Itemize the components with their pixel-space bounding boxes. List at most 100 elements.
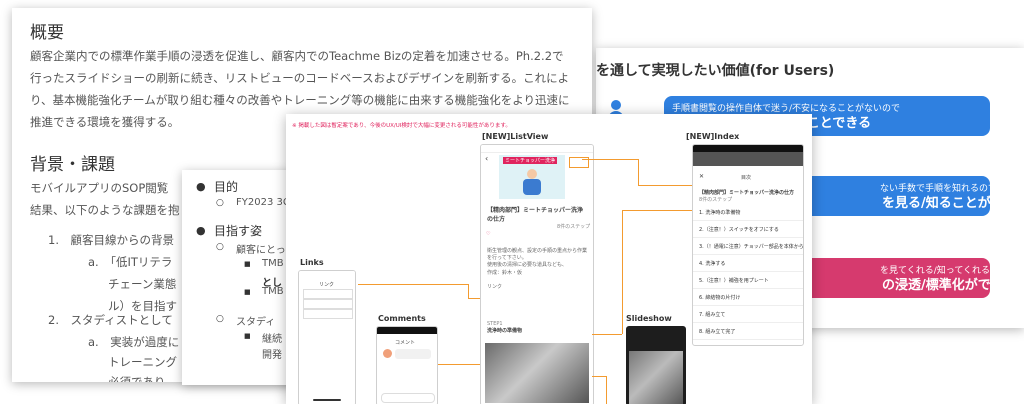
person-illustration xyxy=(523,169,541,195)
connector-line xyxy=(592,376,606,377)
ideal-bullet-2: TMB xyxy=(262,286,284,297)
studyist-bullet: 継続 xyxy=(262,334,282,345)
manual-author: 作成：鈴木・仮 xyxy=(487,270,523,276)
connector-line xyxy=(638,185,692,186)
bullet-icon: ● xyxy=(196,180,206,193)
bookmark-icon[interactable]: ♡ xyxy=(486,231,490,237)
slideshow-label: Slideshow xyxy=(626,314,672,323)
value-item-2-big: を見る/知ることができる xyxy=(882,196,990,211)
index-item-label: 4. 洗浄する xyxy=(699,261,726,267)
index-item[interactable]: 9. 最終確認 xyxy=(693,339,803,345)
comment-bubble xyxy=(395,349,431,359)
studyist-bullet-line-2: 開発 xyxy=(262,350,282,361)
square-bullet-icon: ■ xyxy=(244,288,251,296)
list-item-2a-line-2: トレーニング xyxy=(108,355,177,369)
links-header: リンク xyxy=(319,282,335,288)
list-item-1a: a. 「低ITリテラ xyxy=(88,255,173,269)
connector-line xyxy=(638,159,639,185)
index-item[interactable]: 4. 洗浄する xyxy=(693,254,803,272)
background-heading: 背景・課題 xyxy=(30,155,115,175)
studyist-label: スタディ xyxy=(236,317,276,328)
circle-bullet-icon: ○ xyxy=(216,242,224,252)
hero-banner: ミートチョッパー洗浄 xyxy=(503,157,558,164)
close-icon[interactable]: ✕ xyxy=(699,173,704,180)
index-item-label: 5.（注意！）補強を用プレート xyxy=(699,278,769,284)
connector-line xyxy=(592,334,622,335)
connector-line xyxy=(468,284,469,298)
notice-text: ※ 掲載した図は暫定案であり、今後のUX/UI検討で大幅に変更される可能性があり… xyxy=(292,123,511,129)
slideshow-phone xyxy=(626,326,686,404)
screens-mockup: ※ 掲載した図は暫定案であり、今後のUX/UI検討で大幅に変更される可能性があり… xyxy=(286,114,812,404)
back-icon[interactable]: ‹ xyxy=(485,154,488,163)
index-item[interactable]: 8. 組み立て完了 xyxy=(693,322,803,340)
connector-line xyxy=(606,376,607,404)
slide-photo xyxy=(629,351,683,404)
step-photo xyxy=(485,343,589,403)
ideal-bullet-1: TMB xyxy=(262,258,284,269)
links-label: Links xyxy=(300,258,324,267)
index-item-label: 1. 洗浄時の準備物 xyxy=(699,210,741,216)
circle-bullet-icon: ○ xyxy=(216,314,224,324)
comments-header: コメント xyxy=(395,340,416,346)
comments-label: Comments xyxy=(378,314,426,323)
index-title: 目次 xyxy=(741,175,752,181)
values-title: を通して実現したい価値(for Users) xyxy=(596,63,835,79)
overview-line-3: り、基本機能強化チームが取り組む種々の改善やトレーニング等の機能に由来する機能強… xyxy=(30,93,570,107)
connector-line xyxy=(582,159,638,160)
overview-line-1: 顧客企業内での標準作業手順の浸透を促進し、顧客内でのTeachme Bizの定着… xyxy=(30,49,564,63)
manual-title: 【精肉部門】ミートチョッパー洗浄の仕方 xyxy=(487,207,584,223)
list-item-1a-line-2: チェーン業態 xyxy=(108,277,177,291)
overview-line-4: 推進できる環境を獲得する。 xyxy=(30,115,180,129)
background-line-2: 結果、以下のような課題を抱 xyxy=(30,203,180,217)
links-phone: リンク xyxy=(298,270,356,404)
overview-heading: 概要 xyxy=(30,23,64,43)
index-item-label: 8. 組み立て完了 xyxy=(699,329,736,335)
manual-meta: 8件のステップ xyxy=(557,224,591,230)
purpose-sub: FY2023 3C xyxy=(236,197,290,208)
link-item[interactable] xyxy=(303,309,353,319)
index-item[interactable]: 3.（！通電に注意）チョッパー部品を本体から取り外す xyxy=(693,237,803,255)
bullet-icon: ● xyxy=(196,224,206,237)
link-row[interactable]: リンク xyxy=(487,283,502,290)
list-item-2a-line-3: 必須であり、 xyxy=(108,375,177,382)
link-item[interactable] xyxy=(303,299,353,309)
index-item-label: 7. 組み立て xyxy=(699,312,726,318)
background-line-1: モバイルアプリのSOP閲覧 xyxy=(30,181,169,195)
link-item[interactable] xyxy=(303,289,353,299)
list-item-2: 2. スタディストとして xyxy=(48,313,173,327)
connector-line xyxy=(468,298,480,299)
purpose-label: 目的 xyxy=(214,180,239,194)
avatar xyxy=(383,349,392,358)
list-item-2a: a. 実装が過度に xyxy=(88,335,180,349)
connector-line xyxy=(622,210,692,211)
square-bullet-icon: ■ xyxy=(244,260,251,268)
connector-line xyxy=(438,364,480,365)
listview-label: [NEW]ListView xyxy=(482,132,549,141)
manual-desc-1: 衛生管理の観点、設定の手順の重点から作業を行って下さい。 xyxy=(487,248,588,261)
index-item[interactable]: 1. 洗浄時の準備物 xyxy=(693,203,803,221)
connector-line xyxy=(622,210,623,334)
square-bullet-icon: ■ xyxy=(244,332,251,340)
index-item[interactable]: 2.（注意！）スイッチをオフにする xyxy=(693,220,803,238)
value-item-3-big: の浸透/標準化ができる xyxy=(882,278,990,293)
home-indicator xyxy=(313,399,341,401)
step-title: 洗浄時の準備物 xyxy=(487,328,523,334)
ideal-label: 目指す姿 xyxy=(214,224,263,238)
manual-desc-2: 使用後の清掃に必要な道具なども、 xyxy=(487,262,567,268)
index-item[interactable]: 7. 組み立て xyxy=(693,305,803,323)
listview-hero: ミートチョッパー洗浄 xyxy=(499,155,565,199)
overview-line-2: 行ったスライドショーの刷新に続き、リストビューのコードベースおよびデザインを刷新… xyxy=(30,71,570,85)
comment-input[interactable] xyxy=(381,393,435,403)
index-item-label: 2.（注意！）スイッチをオフにする xyxy=(699,227,779,233)
circle-bullet-icon: ○ xyxy=(216,198,224,208)
index-item-label: 6. 締結物の片付け xyxy=(699,295,741,301)
index-item-label: 3.（！通電に注意）チョッパー部品を本体から取り外す xyxy=(699,244,804,250)
index-phone: ✕ 目次 【精肉部門】ミートチョッパー洗浄の仕方 8件のステップ 1. 洗浄時の… xyxy=(692,144,804,346)
index-meta: 8件のステップ xyxy=(699,197,733,203)
index-item[interactable]: 6. 締結物の片付け xyxy=(693,288,803,306)
ideal-sub: 顧客にとっ xyxy=(236,245,286,256)
index-label: [NEW]Index xyxy=(686,132,740,141)
comments-phone: コメント xyxy=(376,326,438,404)
list-item-1: 1. 顧客目線からの背景 xyxy=(48,233,174,247)
index-item[interactable]: 5.（注意！）補強を用プレート xyxy=(693,271,803,289)
